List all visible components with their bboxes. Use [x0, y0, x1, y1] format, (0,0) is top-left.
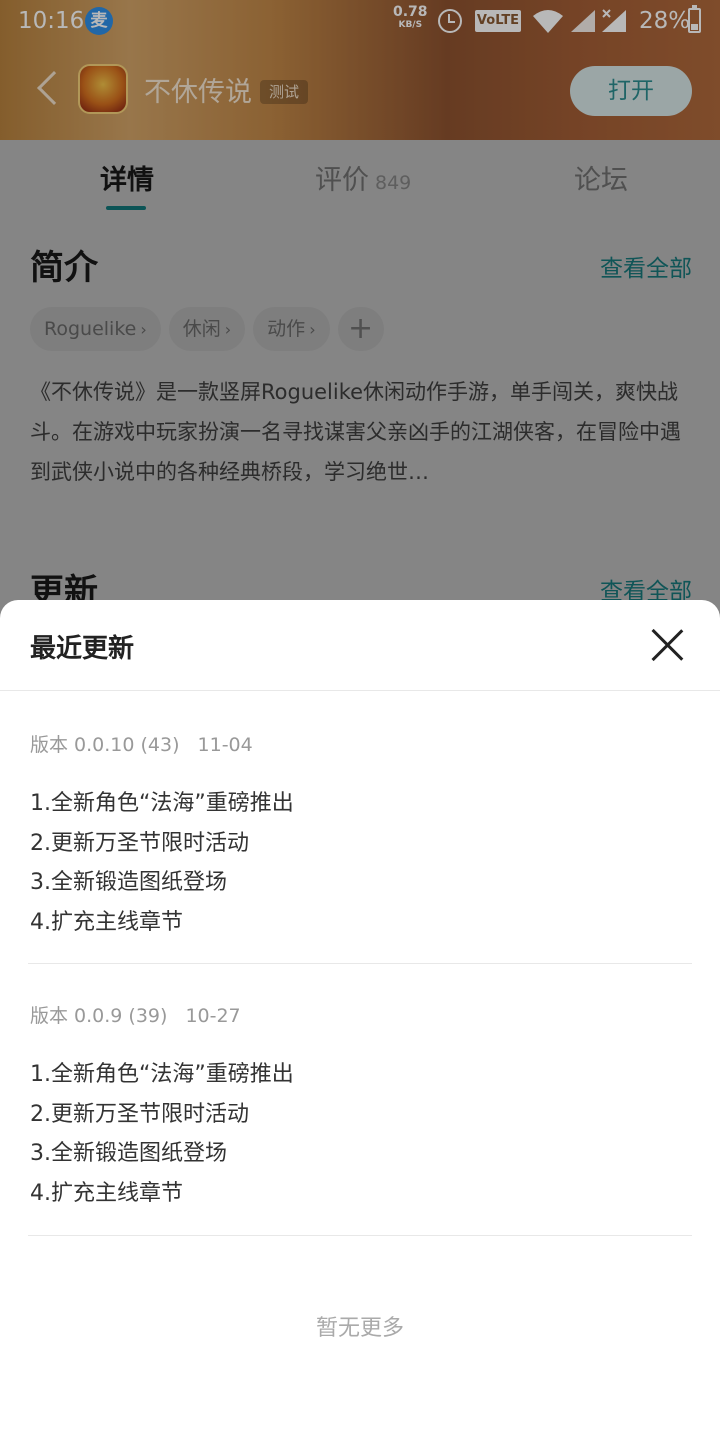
release-notes: 1.全新角色“法海”重磅推出 2.更新万圣节限时活动 3.全新锻造图纸登场 4.… [30, 784, 692, 942]
release-note: 4.扩充主线章节 [30, 909, 183, 935]
release-version-line: 版本 0.0.10 (43) 11-04 [30, 730, 692, 760]
release-divider [28, 1235, 692, 1236]
release-note: 2.更新万圣节限时活动 [30, 830, 249, 856]
recent-updates-sheet: 最近更新 版本 0.0.10 (43) 11-04 1.全新角色“法海”重磅推出 … [0, 600, 720, 1440]
release-version: 版本 0.0.9 (39) [30, 1005, 168, 1027]
release-date: 11-04 [197, 734, 253, 756]
sheet-header-divider [0, 690, 720, 691]
release-note: 1.全新角色“法海”重磅推出 [30, 1062, 294, 1087]
release-note: 3.全新锻造图纸登场 [30, 1141, 227, 1166]
header-dim-overlay [0, 0, 720, 140]
no-more-text: 暂无更多 [315, 1316, 404, 1341]
release-version: 版本 0.0.10 (43) [30, 734, 180, 756]
release-note: 3.全新锻造图纸登场 [30, 870, 227, 895]
release-note: 1.全新角色“法海”重磅推出 [30, 791, 294, 816]
release-note: 4.扩充主线章节 [30, 1180, 183, 1206]
sheet-title: 最近更新 [30, 634, 135, 664]
close-icon[interactable] [650, 628, 684, 662]
release-entry: 版本 0.0.10 (43) 11-04 1.全新角色“法海”重磅推出 2.更新万… [30, 730, 692, 942]
release-date: 10-27 [185, 1005, 241, 1027]
release-divider [28, 963, 692, 964]
release-note: 2.更新万圣节限时活动 [30, 1101, 249, 1127]
release-version-line: 版本 0.0.9 (39) 10-27 [30, 1001, 692, 1031]
release-entry: 版本 0.0.9 (39) 10-27 1.全新角色“法海”重磅推出 2.更新万圣… [30, 1001, 692, 1213]
release-notes: 1.全新角色“法海”重磅推出 2.更新万圣节限时活动 3.全新锻造图纸登场 4.… [30, 1055, 692, 1213]
